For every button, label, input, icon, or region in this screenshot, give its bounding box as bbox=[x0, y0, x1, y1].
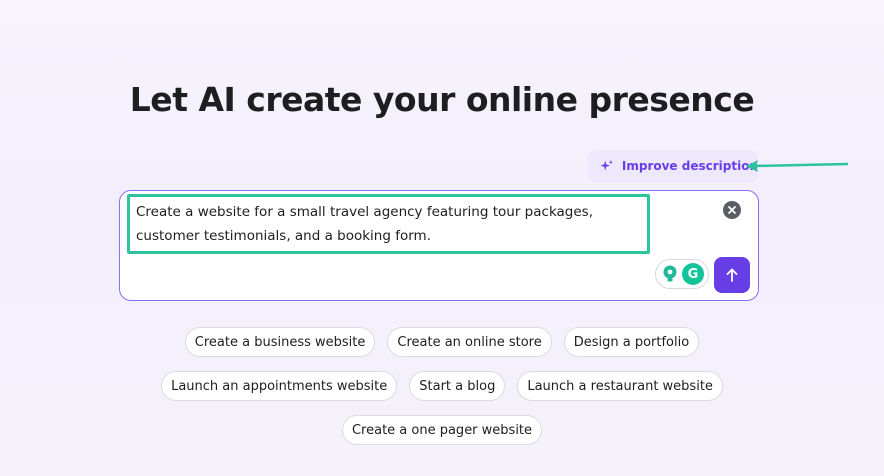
page-title: Let AI create your online presence bbox=[129, 80, 755, 120]
close-icon bbox=[728, 206, 736, 214]
sparkle-icon bbox=[600, 159, 614, 171]
grammarly-icon[interactable]: G bbox=[682, 263, 704, 285]
suggestions-row-3: Create a one pager website bbox=[0, 415, 884, 445]
arrow-up-icon bbox=[726, 268, 738, 282]
improve-description-button[interactable]: Improve description bbox=[588, 150, 758, 182]
suggestion-chip[interactable]: Start a blog bbox=[409, 371, 506, 401]
browser-extensions: G bbox=[655, 259, 709, 289]
suggestion-chip[interactable]: Create a one pager website bbox=[341, 415, 543, 445]
clear-button[interactable] bbox=[723, 201, 741, 219]
lightbulb-icon[interactable] bbox=[660, 264, 680, 284]
arrow-left-icon bbox=[746, 160, 849, 172]
prompt-text[interactable]: Create a website for a small travel agen… bbox=[136, 200, 646, 248]
suggestion-chip[interactable]: Design a portfolio bbox=[563, 327, 700, 357]
suggestion-chip[interactable]: Create an online store bbox=[387, 327, 552, 357]
improve-description-label: Improve description bbox=[621, 159, 758, 173]
submit-button[interactable] bbox=[714, 257, 750, 293]
suggestion-chip[interactable]: Launch an appointments website bbox=[161, 371, 398, 401]
suggestion-chip[interactable]: Launch a restaurant website bbox=[517, 371, 723, 401]
suggestion-chip[interactable]: Create a business website bbox=[184, 327, 376, 357]
suggestions-row-2: Launch an appointments website Start a b… bbox=[0, 371, 884, 401]
suggestions-row-1: Create a business website Create an onli… bbox=[0, 327, 884, 357]
